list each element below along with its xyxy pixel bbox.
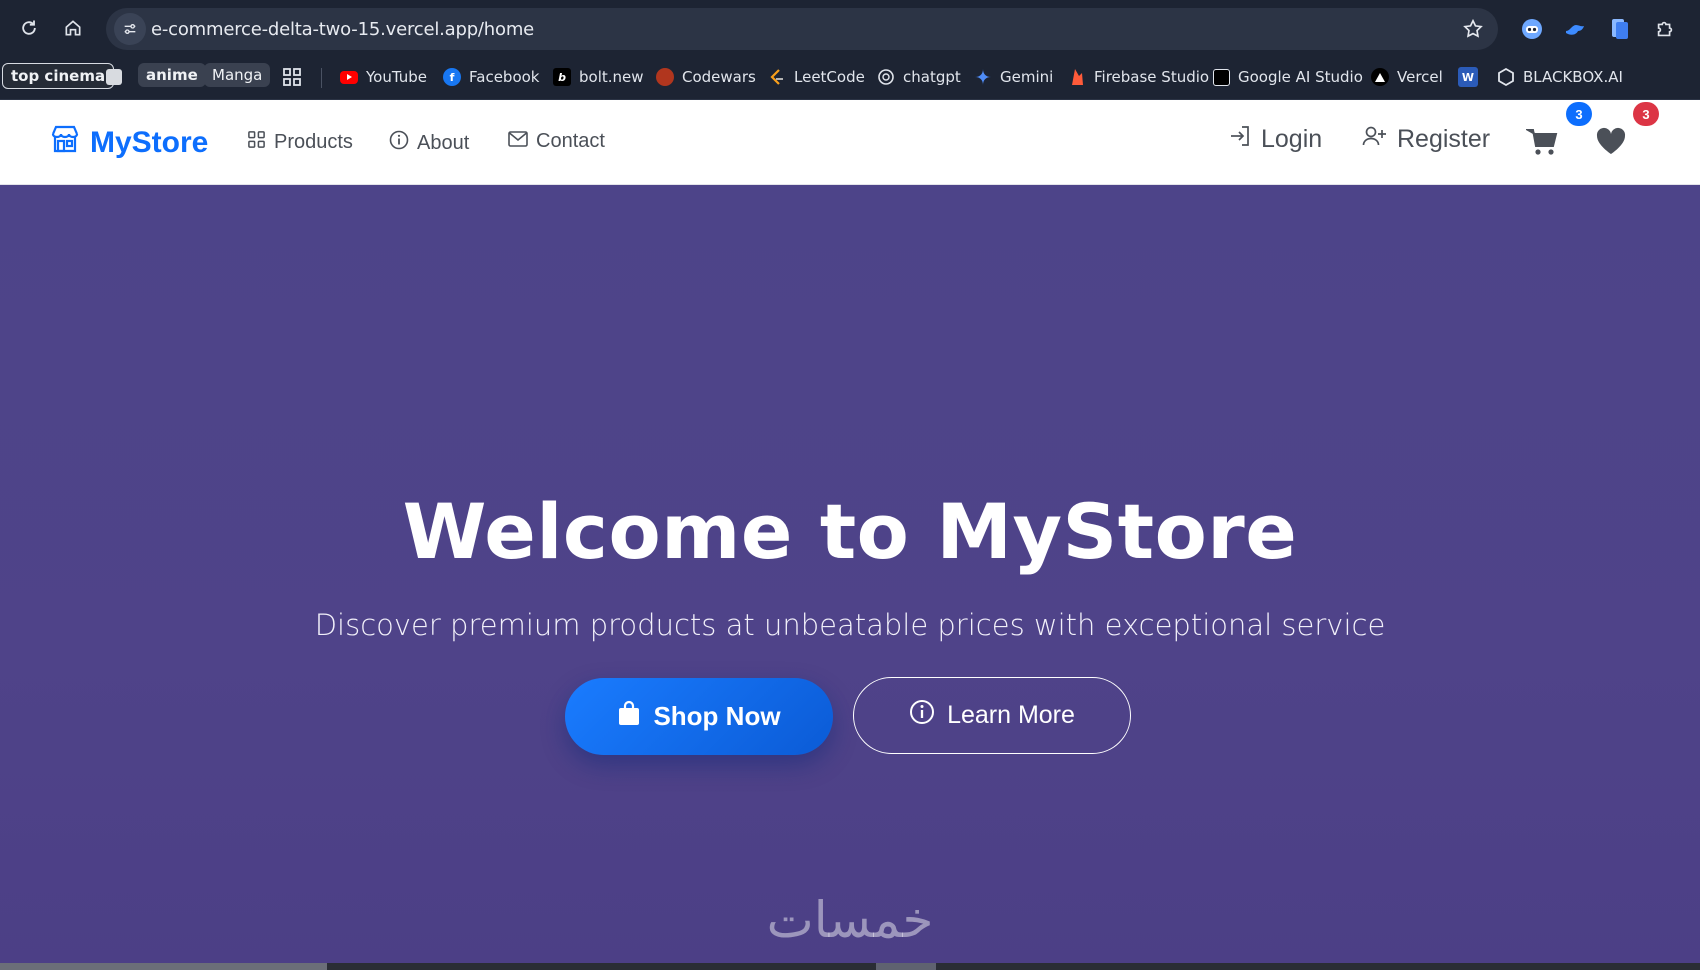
bookmark-label: Firebase Studio [1094,68,1210,86]
hero-subtitle: Discover premium products at unbeatable … [314,608,1386,642]
bookmark-blank[interactable] [106,62,130,92]
envelope-icon [508,130,528,153]
bookmark-label: chatgpt [903,68,961,86]
bookmark-label: Vercel [1397,68,1443,86]
nav-contact-label: Contact [536,130,605,152]
bookmark-label: Gemini [1000,68,1054,86]
apps-grid-icon[interactable] [282,62,302,92]
blank-page-icon [106,69,122,85]
bookmark-blackbox[interactable]: BLACKBOX.AI [1497,62,1623,92]
login-icon [1228,124,1252,155]
learn-more-label: Learn More [947,701,1075,729]
bookmark-facebook[interactable]: f Facebook [443,62,539,92]
shop-now-label: Shop Now [653,701,781,731]
youtube-icon [340,70,358,84]
bookmarks-divider [321,68,322,88]
register-label: Register [1397,125,1491,153]
bookmark-label: BLACKBOX.AI [1523,68,1623,86]
nav-about[interactable]: About [389,130,469,156]
reload-icon[interactable] [11,10,47,46]
register-link[interactable]: Register [1362,124,1490,155]
heart-icon [1595,127,1627,160]
bookmark-label: top cinema [11,67,106,85]
bookmark-label: Facebook [469,68,540,86]
nav-products[interactable]: Products [247,130,353,155]
address-bar[interactable]: e-commerce-delta-two-15.vercel.app/home [106,8,1498,50]
extensions-puzzle-icon[interactable] [1650,14,1680,44]
bookmark-vercel[interactable]: Vercel [1371,62,1443,92]
grid-icon [247,130,266,155]
bookmark-label: YouTube [366,68,427,86]
firebase-icon [1068,68,1086,86]
login-label: Login [1261,125,1323,153]
bookmark-label: bolt.new [579,68,644,86]
bookmark-google-ai-studio[interactable]: Google AI Studio [1213,62,1363,92]
bookmark-gemini[interactable]: Gemini [974,62,1053,92]
watermark-logo: خمسات [766,891,934,949]
bookmark-chatgpt[interactable]: chatgpt [877,62,961,92]
nav-contact[interactable]: Contact [508,130,605,153]
brand-logo[interactable]: MyStore [50,124,208,162]
hero-title: Welcome to MyStore [402,487,1298,576]
codewars-icon [656,68,674,86]
site-navbar: MyStore Products About Contact Login Reg… [0,100,1700,185]
nav-about-label: About [417,131,470,154]
bookmark-codewars[interactable]: Codewars [656,62,756,92]
bookmark-bolt[interactable]: b bolt.new [553,62,644,92]
browser-toolbar: e-commerce-delta-two-15.vercel.app/home [0,0,1700,58]
home-icon[interactable] [55,10,91,46]
wishlist-button[interactable]: 3 [1595,102,1659,161]
login-link[interactable]: Login [1228,124,1322,155]
bookmark-label: Manga [212,66,263,84]
gemini-icon [974,68,992,86]
brand-name: MyStore [90,126,209,159]
shop-now-button[interactable]: Shop Now [565,678,833,755]
bookmark-star-icon[interactable] [1462,18,1484,45]
hero-section: Welcome to MyStore Discover premium prod… [0,185,1700,970]
strip-segment [0,963,327,970]
ai-studio-icon [1213,68,1230,86]
extension-ghost-icon[interactable] [1517,14,1547,44]
url-text[interactable]: e-commerce-delta-two-15.vercel.app/home [151,19,534,40]
bookmark-folder-manga[interactable]: Manga [204,63,271,87]
bookmark-youtube[interactable]: YouTube [340,62,427,92]
strip-segment [876,963,936,970]
vercel-icon [1371,68,1389,86]
cart-button[interactable]: 3 [1524,102,1592,163]
bookmark-label: LeetCode [794,68,865,86]
word-icon: W [1458,67,1478,87]
learn-more-button[interactable]: Learn More [853,677,1131,754]
info-icon [389,130,409,156]
shopping-bag-icon [617,700,641,733]
bottom-scroll-strip [0,963,1700,970]
cart-count-badge: 3 [1566,102,1592,126]
bookmark-folder-anime[interactable]: anime [138,63,206,87]
extension-bird-icon[interactable] [1560,14,1590,44]
user-plus-icon [1362,124,1388,155]
bookmark-label: anime [146,66,198,84]
facebook-icon: f [443,68,461,86]
chatgpt-icon [877,68,895,86]
bolt-icon: b [553,68,571,86]
nav-products-label: Products [274,131,353,153]
bookmark-folder-top-cinema[interactable]: top cinema [2,63,115,89]
site-info-icon[interactable] [114,13,146,45]
cart-icon [1524,129,1558,162]
leetcode-icon [768,68,786,86]
store-icon [50,124,80,162]
bookmark-label: Google AI Studio [1238,68,1363,86]
blackbox-icon [1497,68,1515,86]
extension-docs-icon[interactable] [1605,14,1635,44]
bookmark-leetcode[interactable]: LeetCode [768,62,865,92]
bookmark-label: Codewars [682,68,756,86]
wishlist-count-badge: 3 [1633,102,1659,126]
info-circle-icon [909,699,935,732]
bookmark-firebase-studio[interactable]: Firebase Studio [1068,62,1209,92]
bookmark-word[interactable]: W [1458,62,1486,92]
bookmarks-bar: top cinema anime Manga YouTube f Faceboo… [0,58,1700,100]
